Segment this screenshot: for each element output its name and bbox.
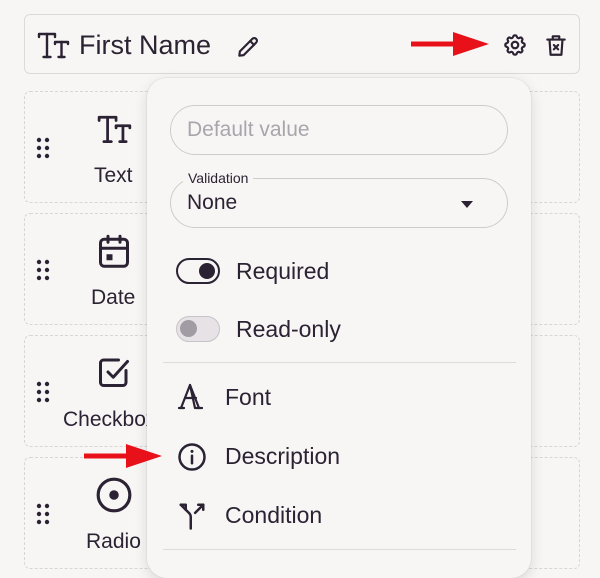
annotation-arrow-icon [409,29,491,59]
drag-handle-icon[interactable] [36,381,50,403]
text-type-icon [97,115,133,145]
menu-item-description[interactable]: Description [177,439,507,473]
validation-label: Validation [183,170,254,186]
calendar-icon [96,233,132,271]
radio-icon [95,476,133,514]
condition-branch-icon [177,501,207,531]
required-label: Required [236,258,330,284]
divider [163,362,516,363]
required-toggle[interactable] [176,258,220,284]
default-value-input[interactable] [170,105,508,155]
palette-item-label: Date [91,286,136,309]
checkbox-icon [96,354,132,390]
drag-handle-icon[interactable] [36,503,50,525]
field-title: First Name [79,30,212,60]
annotation-arrow-icon [82,441,164,471]
menu-item-font[interactable]: Font [177,380,507,414]
menu-item-label: Font [225,384,272,410]
palette-item-label: Text [94,164,133,187]
menu-item-condition[interactable]: Condition [177,498,507,532]
font-icon [177,383,207,411]
palette-item-label: Checkbox [63,408,157,431]
text-type-icon [37,32,71,60]
validation-value: None [187,191,238,214]
palette-item-label: Radio [86,530,141,553]
field-header: First Name [24,14,580,74]
read-only-toggle[interactable] [176,316,220,342]
divider [163,549,516,550]
read-only-label: Read-only [236,316,341,342]
drag-handle-icon[interactable] [36,259,50,281]
field-settings-popover: Validation None Required Read-only Font [147,78,531,578]
caret-down-icon [461,201,473,208]
pencil-icon[interactable] [235,34,261,60]
drag-handle-icon[interactable] [36,137,50,159]
menu-item-label: Condition [225,502,323,528]
validation-select[interactable]: Validation None [170,170,508,228]
info-icon [177,442,207,472]
trash-icon[interactable] [543,32,569,58]
menu-item-label: Description [225,443,341,469]
gear-icon[interactable] [502,32,528,58]
